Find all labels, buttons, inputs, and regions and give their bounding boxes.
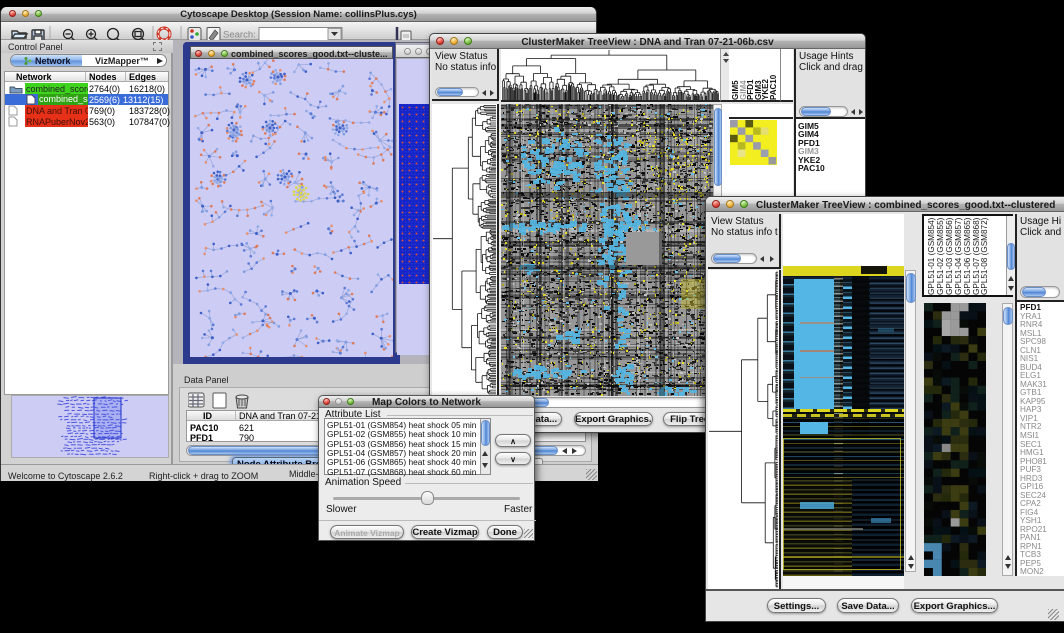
svg-text:Search:: Search: xyxy=(223,30,256,41)
